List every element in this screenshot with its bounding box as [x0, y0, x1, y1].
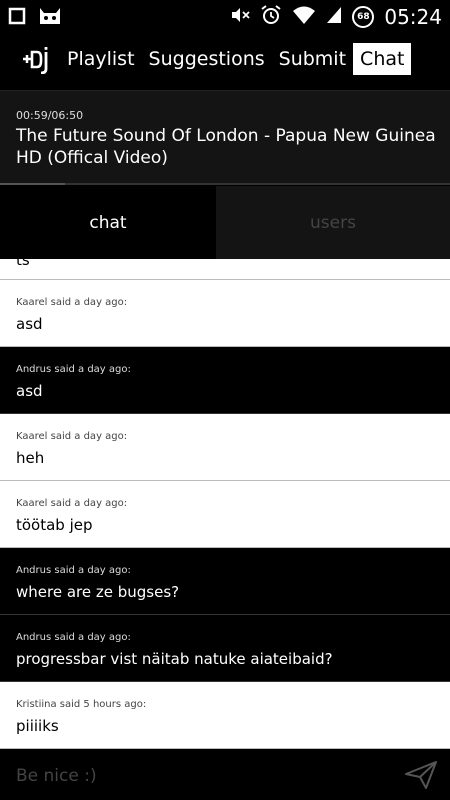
track-title: The Future Sound Of London - Papua New G…	[16, 126, 436, 168]
top-nav: Playlist Suggestions Submit Chat	[0, 32, 450, 90]
chat-message: Kaarel said a day ago: töötab jep	[0, 481, 450, 548]
chat-message-list[interactable]: ts Kaarel said a day ago: asd Andrus sai…	[0, 259, 450, 750]
tab-chat[interactable]: Chat	[353, 43, 412, 75]
message-meta: Kaarel said a day ago:	[16, 498, 128, 509]
tab-suggestions[interactable]: Suggestions	[142, 43, 272, 75]
square-icon	[8, 7, 26, 29]
tab-submit[interactable]: Submit	[272, 43, 353, 75]
chat-message: Andrus said a day ago: asd	[0, 347, 450, 414]
chat-message: Andrus said a day ago: progressbar vist …	[0, 615, 450, 682]
clock: 05:24	[384, 5, 442, 29]
playback-time: 00:59/06:50	[16, 109, 84, 122]
message-meta: Andrus said a day ago:	[16, 565, 131, 576]
chat-message: Kaarel said a day ago: heh	[0, 414, 450, 481]
dj-logo-icon[interactable]	[22, 46, 52, 75]
chat-message: Kristiina said 5 hours ago: piiiiks	[0, 682, 450, 749]
message-meta: Kaarel said a day ago:	[16, 297, 128, 308]
now-playing-panel: 00:59/06:50 The Future Sound Of London -…	[0, 90, 450, 184]
signal-icon	[326, 6, 342, 28]
battery-level: 68	[357, 12, 370, 22]
message-text: piiiiks	[16, 717, 59, 735]
chat-input[interactable]	[16, 762, 376, 790]
message-text: where are ze bugses?	[16, 583, 180, 601]
message-text: progressbar vist näitab natuke aiateibai…	[16, 650, 333, 668]
nav-tabs: Playlist Suggestions Submit Chat	[60, 43, 412, 75]
battery-icon: 68	[352, 6, 375, 28]
message-text: asd	[16, 382, 43, 400]
message-meta: Andrus said a day ago:	[16, 632, 131, 643]
wifi-icon	[292, 5, 316, 29]
subtab-users[interactable]: users	[216, 186, 450, 259]
tab-playlist[interactable]: Playlist	[60, 43, 142, 75]
message-text: heh	[16, 449, 45, 467]
message-text: töötab jep	[16, 516, 93, 534]
progress-fill	[0, 183, 65, 185]
chat-message: Andrus said a day ago: where are ze bugs…	[0, 548, 450, 615]
mute-icon	[230, 6, 250, 28]
chat-message: Kaarel said a day ago: asd	[0, 280, 450, 347]
status-bar: 68 05:24	[0, 0, 450, 32]
android-cat-icon	[38, 6, 62, 30]
chat-message: ts	[0, 259, 450, 280]
send-icon[interactable]	[404, 760, 438, 790]
chat-subtabs: chat users	[0, 186, 450, 259]
message-text: ts	[16, 259, 30, 269]
alarm-icon	[260, 4, 282, 30]
chat-input-bar	[0, 750, 450, 800]
message-meta: Andrus said a day ago:	[16, 364, 131, 375]
subtab-chat[interactable]: chat	[0, 186, 216, 259]
message-meta: Kaarel said a day ago:	[16, 431, 128, 442]
progress-bar	[0, 183, 450, 185]
message-meta: Kristiina said 5 hours ago:	[16, 699, 147, 710]
message-text: asd	[16, 315, 43, 333]
